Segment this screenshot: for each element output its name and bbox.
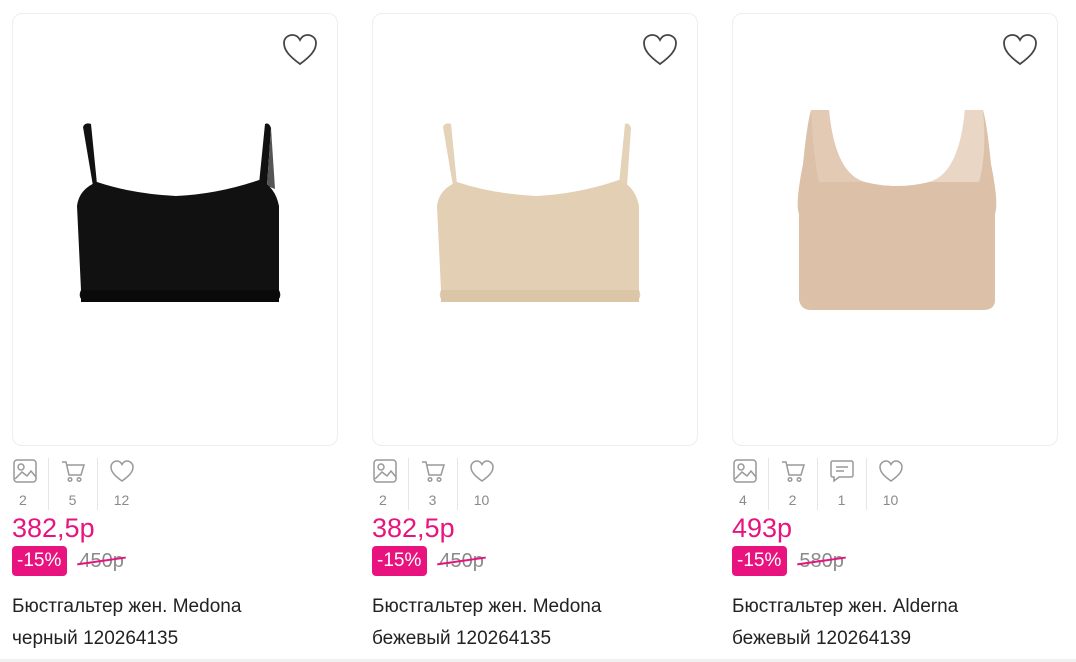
heart-icon bbox=[109, 460, 134, 482]
stat-comments-count: 1 bbox=[837, 492, 846, 508]
stat-likes[interactable]: 10 bbox=[457, 454, 506, 518]
stat-likes-count: 10 bbox=[473, 492, 490, 508]
stat-cart-count: 5 bbox=[68, 492, 77, 508]
discount-row: -15% 450р bbox=[12, 546, 124, 576]
old-price: 450р bbox=[79, 549, 124, 572]
product-title[interactable]: Бюстгальтер жен. Medona бежевый 12026413… bbox=[372, 591, 702, 655]
product-image-box[interactable] bbox=[12, 13, 338, 446]
photo-icon bbox=[733, 459, 757, 483]
stat-photos-count: 2 bbox=[379, 492, 387, 508]
product-card[interactable]: 4 2 1 10 493р -15% 580р Бюстгальтер жен.… bbox=[732, 13, 1058, 649]
product-title[interactable]: Бюстгальтер жен. Medona черный 120264135 bbox=[12, 591, 342, 655]
product-photo[interactable] bbox=[373, 14, 697, 445]
product-title[interactable]: Бюстгальтер жен. Alderna бежевый 1202641… bbox=[732, 591, 1062, 655]
stat-photos[interactable]: 2 bbox=[372, 454, 397, 518]
product-stats: 2 3 10 bbox=[372, 454, 506, 518]
discount-badge: -15% bbox=[732, 546, 788, 576]
product-title-line2[interactable]: бежевый 120264135 bbox=[372, 623, 702, 655]
product-price: 382,5р bbox=[372, 513, 455, 543]
product-card[interactable]: 2 3 10 382,5р -15% 450р Бюстгальтер жен.… bbox=[372, 13, 698, 649]
photo-icon bbox=[373, 459, 397, 483]
photo-icon bbox=[13, 459, 37, 483]
stat-photos[interactable]: 4 bbox=[732, 454, 757, 518]
product-photo[interactable] bbox=[13, 14, 337, 445]
discount-row: -15% 580р bbox=[732, 546, 844, 576]
stat-photos[interactable]: 2 bbox=[12, 454, 37, 518]
heart-icon bbox=[469, 460, 494, 482]
cart-icon bbox=[61, 461, 85, 483]
heart-icon[interactable] bbox=[281, 32, 319, 68]
heart-icon[interactable] bbox=[1001, 32, 1039, 68]
stat-cart[interactable]: 5 bbox=[48, 454, 97, 518]
stat-cart-count: 3 bbox=[428, 492, 437, 508]
old-price: 450р bbox=[439, 549, 484, 572]
comment-icon bbox=[829, 460, 854, 483]
cart-icon bbox=[781, 461, 805, 483]
product-image-box[interactable] bbox=[372, 13, 698, 446]
product-title-line1[interactable]: Бюстгальтер жен. Alderna bbox=[732, 591, 1062, 623]
product-photo[interactable] bbox=[733, 14, 1057, 445]
product-title-line1[interactable]: Бюстгальтер жен. Medona bbox=[12, 591, 342, 623]
product-price: 493р bbox=[732, 513, 793, 543]
cart-icon bbox=[421, 461, 445, 483]
stat-likes[interactable]: 12 bbox=[97, 454, 146, 518]
product-title-line2[interactable]: бежевый 120264139 bbox=[732, 623, 1062, 655]
stat-cart-count: 2 bbox=[788, 492, 797, 508]
heart-icon[interactable] bbox=[641, 32, 679, 68]
stat-comments[interactable]: 1 bbox=[817, 454, 866, 518]
product-title-line2[interactable]: черный 120264135 bbox=[12, 623, 342, 655]
product-image-box[interactable] bbox=[732, 13, 1058, 446]
stat-cart[interactable]: 3 bbox=[408, 454, 457, 518]
product-stats: 4 2 1 10 bbox=[732, 454, 915, 518]
discount-row: -15% 450р bbox=[372, 546, 484, 576]
stat-photos-count: 2 bbox=[19, 492, 27, 508]
old-price: 580р bbox=[799, 549, 844, 572]
product-grid: 2 5 12 382,5р -15% 450р Бюстгальтер жен.… bbox=[0, 0, 1076, 662]
product-price: 382,5р bbox=[12, 513, 95, 543]
product-title-line1[interactable]: Бюстгальтер жен. Medona bbox=[372, 591, 702, 623]
discount-badge: -15% bbox=[372, 546, 428, 576]
stat-likes-count: 12 bbox=[113, 492, 130, 508]
stat-photos-count: 4 bbox=[739, 492, 747, 508]
stat-likes-count: 10 bbox=[882, 492, 899, 508]
discount-badge: -15% bbox=[12, 546, 68, 576]
heart-icon bbox=[878, 460, 903, 482]
stat-likes[interactable]: 10 bbox=[866, 454, 915, 518]
stat-cart[interactable]: 2 bbox=[768, 454, 817, 518]
product-card[interactable]: 2 5 12 382,5р -15% 450р Бюстгальтер жен.… bbox=[12, 13, 338, 649]
product-stats: 2 5 12 bbox=[12, 454, 146, 518]
